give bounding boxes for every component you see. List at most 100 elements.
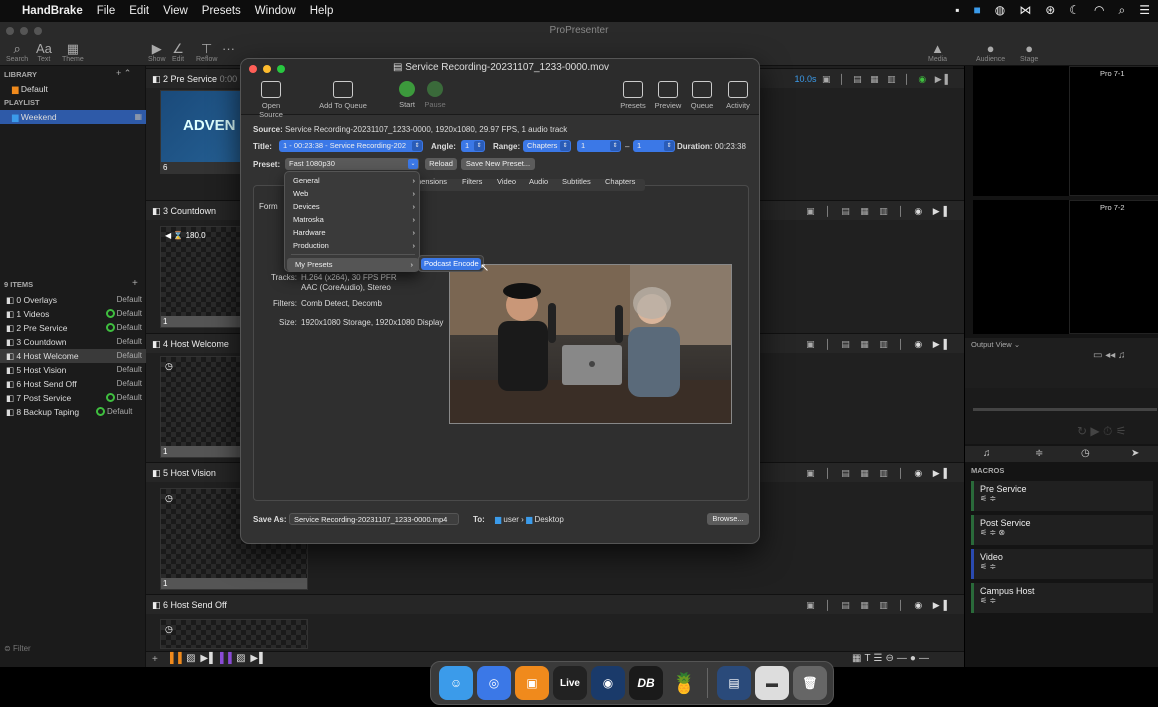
progress-track[interactable] bbox=[973, 408, 1157, 411]
db-app-icon[interactable]: DB bbox=[629, 666, 663, 700]
show-button[interactable]: ▶ Show bbox=[148, 42, 166, 64]
props-tab-icon[interactable]: ≑ bbox=[1035, 448, 1043, 459]
filter-field[interactable]: ⊜ Filter bbox=[4, 644, 31, 653]
music-tab-icon[interactable]: ♫ bbox=[983, 448, 991, 459]
preview-button[interactable]: Preview bbox=[653, 81, 683, 110]
output-view-dropdown[interactable]: Output View ⌄ bbox=[971, 340, 1020, 349]
status-blue-icon[interactable]: ■ bbox=[973, 3, 980, 18]
macro-video[interactable]: Video ⚟ ≑ bbox=[971, 549, 1153, 579]
macro-campus-host[interactable]: Campus Host ⚟ ≑ bbox=[971, 583, 1153, 613]
section-tools-icon[interactable]: ▣ │ ▤ ▦ ▥ │ ◉ ▶▌ bbox=[806, 595, 954, 615]
timer-tab-icon[interactable]: ◷ bbox=[1081, 448, 1090, 459]
sidebar-item-overlays[interactable]: ◧ 0 Overlays Default bbox=[0, 293, 146, 307]
destination-path[interactable]: ▆ user › ▆ Desktop bbox=[495, 515, 564, 524]
queue-button[interactable]: Queue bbox=[689, 81, 715, 110]
screenshot-app-icon[interactable]: ▤ bbox=[717, 666, 751, 700]
add-slide-icon[interactable]: + bbox=[152, 654, 158, 665]
transport-icons[interactable]: ↻ ▶ ⏱ ⚟ bbox=[1077, 424, 1126, 439]
section-tools-icon[interactable]: ▣ │ ▤ ▦ ▥ │ bbox=[817, 74, 919, 84]
preview-app-icon[interactable]: ▬ bbox=[755, 666, 789, 700]
save-as-input[interactable]: Service Recording-20231107_1233-0000.mp4 bbox=[289, 513, 459, 525]
preset-category-my-presets[interactable]: My Presets › bbox=[287, 258, 419, 271]
section-tools-icon[interactable]: ▣ │ ▤ ▦ ▥ │ ◉ ▶▌ bbox=[806, 463, 954, 483]
add-item-icon[interactable]: + bbox=[132, 278, 138, 289]
reload-button[interactable]: Reload bbox=[425, 158, 457, 170]
sidebar-item-host-welcome[interactable]: ◧ 4 Host Welcome Default bbox=[0, 349, 146, 363]
start-button[interactable]: Start bbox=[395, 81, 419, 109]
pause-button[interactable]: Pause bbox=[423, 81, 447, 109]
tab-subtitles[interactable]: Subtitles bbox=[562, 177, 591, 186]
media-button[interactable]: ▲ Media bbox=[928, 42, 947, 64]
live-app-icon[interactable]: Live bbox=[553, 666, 587, 700]
presets-button[interactable]: Presets bbox=[619, 81, 647, 110]
sidebar-item-countdown[interactable]: ◧ 3 Countdown Default bbox=[0, 335, 146, 349]
preset-category-web[interactable]: Web › bbox=[285, 187, 421, 200]
handbrake-icon[interactable]: 🍍 bbox=[667, 666, 701, 700]
app-menu[interactable]: HandBrake bbox=[22, 5, 83, 17]
browse-button[interactable]: Browse... bbox=[707, 513, 749, 525]
range-type-select[interactable]: Chapters ⇕ bbox=[523, 140, 571, 152]
menu-presets[interactable]: Presets bbox=[202, 5, 241, 17]
view-controls-icon[interactable]: ▦T☰⊖—●— bbox=[852, 653, 932, 664]
playlist-item-weekend[interactable]: ▆ Weekend ▦ bbox=[0, 110, 146, 124]
tab-audio[interactable]: Audio bbox=[529, 177, 548, 186]
sidebar-item-host-vision[interactable]: ◧ 5 Host Vision Default bbox=[0, 363, 146, 377]
wifi-icon[interactable]: ◠ bbox=[1094, 3, 1104, 18]
section-tools-icon[interactable]: ▣ │ ▤ ▦ ▥ │ ◉ ▶▌ bbox=[806, 334, 954, 354]
propresenter-icon[interactable]: ▣ bbox=[515, 666, 549, 700]
theme-button[interactable]: ▦ Theme bbox=[62, 42, 84, 64]
search-button[interactable]: ⌕ Search bbox=[6, 42, 28, 64]
status-moon-icon[interactable]: ☾ bbox=[1069, 3, 1080, 18]
audio-controls-icon[interactable]: ▭ ◂◂ ♫ bbox=[1093, 350, 1126, 361]
send-tab-icon[interactable]: ➤ bbox=[1131, 448, 1139, 459]
status-app-icon[interactable]: ▪ bbox=[955, 3, 959, 18]
reflow-button[interactable]: ⊤ Reflow bbox=[196, 42, 217, 64]
purple-controls-icon[interactable]: ▌▌▨ ▶▌ bbox=[220, 653, 267, 664]
sidebar-item-post-service[interactable]: ◧ 7 Post Service Default bbox=[0, 391, 146, 405]
edit-button[interactable]: ∠ Edit bbox=[172, 42, 184, 64]
save-new-preset-button[interactable]: Save New Preset... bbox=[461, 158, 535, 170]
finder-icon[interactable]: ☺ bbox=[439, 666, 473, 700]
audience-button[interactable]: ● Audience bbox=[976, 42, 1005, 64]
menu-file[interactable]: File bbox=[97, 5, 116, 17]
podcast-encode-item[interactable]: Podcast Encode bbox=[421, 258, 481, 270]
section-tools-icon[interactable]: ▣ │ ▤ ▦ ▥ │ ◉ ▶▌ bbox=[806, 201, 954, 221]
macro-post-service[interactable]: Post Service ⚟ ≑ ⊗ bbox=[971, 515, 1153, 545]
menu-help[interactable]: Help bbox=[310, 5, 334, 17]
preset-category-hardware[interactable]: Hardware › bbox=[285, 226, 421, 239]
menu-view[interactable]: View bbox=[163, 5, 188, 17]
preset-category-production[interactable]: Production › bbox=[285, 239, 421, 252]
window-controls[interactable] bbox=[6, 27, 42, 35]
text-button[interactable]: Aa Text bbox=[36, 42, 52, 64]
sidebar-item-backup-taping[interactable]: ◧ 8 Backup Taping Default bbox=[0, 405, 146, 419]
trash-icon[interactable]: 🗑 bbox=[793, 666, 827, 700]
screen-pro-7-2[interactable]: Pro 7-2 bbox=[1069, 200, 1158, 334]
search-icon[interactable]: ⌕ bbox=[1119, 3, 1126, 18]
open-source-button[interactable]: Open Source bbox=[249, 81, 293, 119]
title-select[interactable]: 1 - 00:23:38 - Service Recording-202 ⇕ bbox=[279, 140, 423, 152]
preset-select[interactable]: Fast 1080p30 ⌄ bbox=[285, 158, 419, 170]
add-library-icon[interactable]: + ⌃ bbox=[116, 68, 131, 79]
slide-host-send-off[interactable]: ◷ bbox=[160, 619, 308, 649]
library-item-default[interactable]: ▆ Default bbox=[0, 82, 146, 96]
more-button[interactable]: ··· bbox=[222, 42, 235, 56]
safari-icon[interactable]: ◎ bbox=[477, 666, 511, 700]
screen-pro-7-1[interactable]: Pro 7-1 bbox=[1069, 66, 1158, 196]
sidebar-item-pre-service[interactable]: ◧ 2 Pre Service Default bbox=[0, 321, 146, 335]
tab-video[interactable]: Video bbox=[497, 177, 516, 186]
preset-category-devices[interactable]: Devices › bbox=[285, 200, 421, 213]
stage-button[interactable]: ● Stage bbox=[1020, 42, 1038, 64]
status-wheel-icon[interactable]: ⊛ bbox=[1045, 3, 1055, 18]
angle-select[interactable]: 1 ⇕ bbox=[461, 140, 485, 152]
status-bluetooth-icon[interactable]: ⋈ bbox=[1019, 3, 1031, 18]
sidebar-item-host-send-off[interactable]: ◧ 6 Host Send Off Default bbox=[0, 377, 146, 391]
orange-controls-icon[interactable]: ▌▌▨ ▶▌ bbox=[170, 653, 217, 664]
preset-category-matroska[interactable]: Matroska › bbox=[285, 213, 421, 226]
record-icon[interactable]: ◉ bbox=[918, 74, 929, 84]
menu-window[interactable]: Window bbox=[255, 5, 296, 17]
range-to-select[interactable]: 1 ⇕ bbox=[633, 140, 675, 152]
section-host-send-off[interactable]: ◧ 6 Host Send Off ▣ │ ▤ ▦ ▥ │ ◉ ▶▌ bbox=[146, 594, 964, 614]
tab-chapters[interactable]: Chapters bbox=[605, 177, 635, 186]
quicktime-icon[interactable]: ◉ bbox=[591, 666, 625, 700]
menu-edit[interactable]: Edit bbox=[129, 5, 149, 17]
